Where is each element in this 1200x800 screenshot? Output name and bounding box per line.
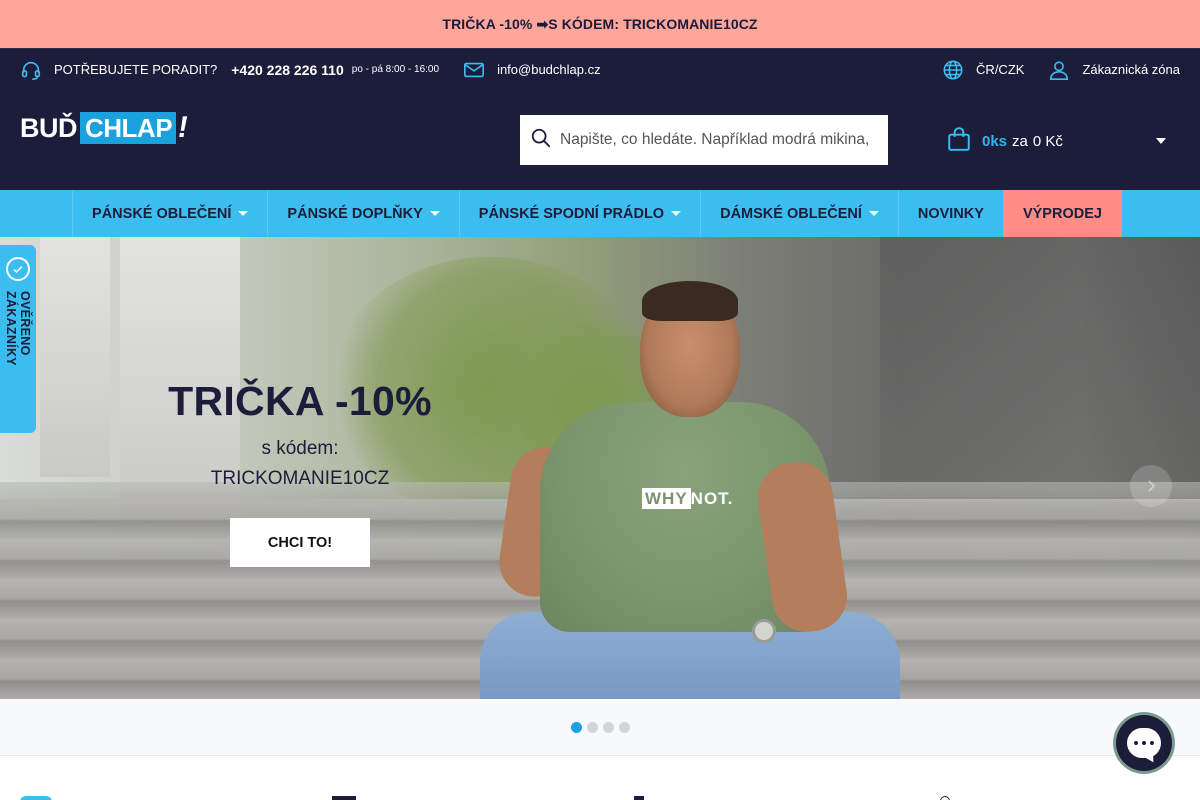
benefit-icon (940, 796, 950, 800)
caret-down-icon (868, 211, 879, 216)
slider-dot[interactable] (586, 721, 598, 733)
benefit-icon (634, 796, 644, 800)
advice-label: POTŘEBUJETE PORADIT? (54, 62, 218, 77)
caret-down-icon (671, 211, 682, 216)
main-nav: PÁNSKÉ OBLEČENÍ PÁNSKÉ DOPLŇKY PÁNSKÉ SP… (0, 190, 1200, 237)
phone-link[interactable]: +420 228 226 110 (231, 62, 344, 78)
promo-text: TRIČKA -10% ➡S KÓDEM: TRICKOMANIE10CZ (442, 15, 758, 32)
nav-item-panske-doplnky[interactable]: PÁNSKÉ DOPLŇKY (267, 190, 458, 237)
hero-slider[interactable]: WHY NOT. TRIČKA -10% s kódem: TRICKOMANIE… (0, 237, 1200, 699)
account-label: Zákaznická zóna (1082, 62, 1180, 77)
caret-down-icon (429, 211, 440, 216)
nav-item-damske-obleceni[interactable]: DÁMSKÉ OBLEČENÍ (700, 190, 898, 237)
cta-button[interactable]: CHCI TO! (230, 518, 370, 568)
model-hair (642, 281, 738, 321)
slider-dot[interactable] (570, 721, 582, 733)
caret-down-icon[interactable] (1156, 138, 1166, 144)
email-group[interactable]: info@budchlap.cz (463, 59, 601, 81)
nav-item-label: NOVINKY (917, 205, 984, 222)
account-link[interactable]: Zákaznická zóna (1048, 59, 1180, 81)
region-label: ČR/CZK (976, 62, 1025, 77)
watch (752, 619, 776, 643)
nav-item-panske-obleceni[interactable]: PÁNSKÉ OBLEČENÍ (72, 190, 267, 237)
verified-text: OVĚŘENO ZÁKAZNÍKY (4, 290, 32, 366)
background-building (40, 237, 110, 477)
opening-hours: po - pá 8:00 - 16:00 (351, 64, 440, 75)
logo-exclamation: ! (175, 111, 192, 144)
cart-sum: 0 Kč (1032, 132, 1063, 150)
nav-item-panske-spodni-pradlo[interactable]: PÁNSKÉ SPODNÍ PRÁDLO (458, 190, 700, 237)
verified-seal-icon (6, 257, 30, 281)
caret-down-icon (238, 211, 249, 216)
nav-item-novinky[interactable]: NOVINKY (897, 190, 1003, 237)
slider-pagination (0, 699, 1200, 756)
nav-item-label: DÁMSKÉ OBLEČENÍ (720, 205, 862, 222)
chat-bubble-icon (1127, 728, 1161, 758)
chat-button[interactable] (1116, 715, 1172, 771)
email-link[interactable]: info@budchlap.cz (497, 62, 601, 77)
slide-subtitle-line1: s kódem: (261, 438, 339, 460)
slide-caption: TRIČKA -10% s kódem: TRICKOMANIE10CZ CHC… (160, 378, 440, 568)
slider-dot[interactable] (602, 721, 614, 733)
tshirt-print: WHY NOT. (642, 488, 733, 509)
cart-widget[interactable]: 0ks za 0 Kč (946, 126, 1166, 156)
mail-icon (463, 59, 485, 81)
nav-item-vyprodej[interactable]: VÝPRODEJ (1002, 190, 1122, 237)
headset-icon (20, 59, 42, 81)
logo-part-bud: BUĎ (20, 112, 78, 143)
benefits-strip (0, 756, 1200, 800)
nav-item-label: PÁNSKÉ SPODNÍ PRÁDLO (478, 205, 665, 222)
slide-subtitle: s kódem: TRICKOMANIE10CZ (160, 434, 440, 494)
benefit-icon (332, 796, 356, 800)
chevron-right-icon (1148, 480, 1156, 492)
promo-bar[interactable]: TRIČKA -10% ➡S KÓDEM: TRICKOMANIE10CZ (0, 0, 1200, 48)
slide-title: TRIČKA -10% (168, 378, 432, 424)
verified-badge[interactable]: OVĚŘENO ZÁKAZNÍKY (0, 245, 36, 433)
user-icon (1048, 59, 1070, 81)
logo-part-chlap: CHLAP (80, 112, 177, 144)
advice-group: POTŘEBUJETE PORADIT? +420 228 226 110 po… (20, 59, 439, 81)
site-header: BUĎ CHLAP ! 0ks za 0 Kč (0, 90, 1200, 190)
search-box (520, 115, 888, 165)
nav-item-label: PÁNSKÉ DOPLŇKY (287, 205, 423, 222)
cart-count: 0ks (982, 132, 1008, 150)
shopping-bag-icon (946, 126, 972, 156)
top-contact-bar: POTŘEBUJETE PORADIT? +420 228 226 110 po… (0, 48, 1200, 90)
slider-next-button[interactable] (1130, 465, 1172, 507)
globe-icon (942, 59, 964, 81)
benefit-icon (20, 796, 52, 800)
search-input[interactable] (560, 131, 880, 149)
region-selector[interactable]: ČR/CZK (942, 59, 1024, 81)
nav-item-label: VÝPRODEJ (1022, 205, 1102, 222)
slider-dot[interactable] (618, 721, 630, 733)
topbar-right: ČR/CZK Zákaznická zóna (942, 59, 1180, 81)
nav-item-label: PÁNSKÉ OBLEČENÍ (92, 205, 232, 222)
cart-za: za (1012, 132, 1028, 150)
site-logo[interactable]: BUĎ CHLAP ! (20, 111, 192, 144)
slide-subtitle-line2: TRICKOMANIE10CZ (210, 468, 390, 490)
search-icon[interactable] (530, 127, 552, 154)
